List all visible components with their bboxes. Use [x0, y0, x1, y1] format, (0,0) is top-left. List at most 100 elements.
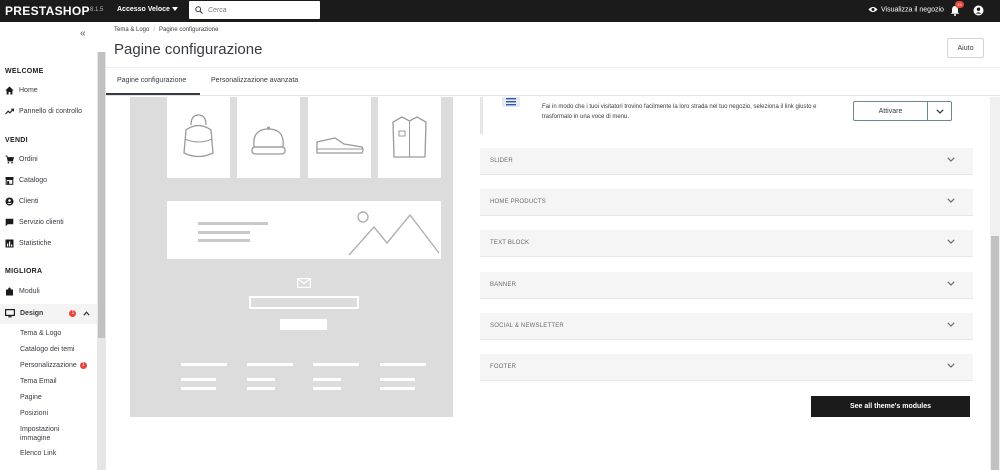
sidebar-subitem-link-list[interactable]: Elenco Link: [20, 449, 56, 458]
bar-chart-icon: [5, 239, 14, 248]
prestashop-logo[interactable]: PRESTASHOP: [5, 4, 90, 18]
header-divider: [106, 67, 1000, 68]
sidebar-item-label: Statistiche: [19, 240, 52, 247]
preview-newsletter-button: [280, 319, 327, 330]
accordion-social-newsletter[interactable]: SOCIAL & NEWSLETTER: [480, 313, 973, 340]
sidebar-item-modules[interactable]: Moduli: [5, 287, 40, 296]
preview-newsletter-field: [249, 296, 359, 309]
sidebar-subitem-label: Personalizzazione: [20, 362, 77, 369]
sidebar-item-catalog[interactable]: Catalogo: [5, 176, 47, 185]
preview-product-tile: [167, 97, 230, 178]
chevron-down-icon: [936, 109, 944, 114]
mail-icon: [297, 278, 311, 288]
preview-banner: [167, 201, 441, 259]
sidebar-item-home[interactable]: Home: [5, 86, 38, 95]
sidebar-subitem-theme-logo[interactable]: Tema & Logo: [20, 329, 61, 338]
eye-icon: [868, 7, 878, 12]
accordion-text-block[interactable]: TEXT BLOCK: [480, 230, 973, 257]
preview-product-tile: [378, 97, 441, 178]
sidebar-item-label: Catalogo: [19, 177, 48, 184]
chevron-down-icon: [947, 322, 955, 327]
sidebar-subitem-image-settings[interactable]: Impostazioni immagine: [20, 425, 80, 443]
accordion-label: SOCIAL & NEWSLETTER: [490, 323, 564, 329]
chevron-down-icon: [947, 281, 955, 286]
landscape-icon: [348, 211, 440, 256]
homepage-preview: [130, 97, 453, 417]
module-description: Fai in modo che i tuoi visitatori trovin…: [542, 104, 817, 120]
cap-icon: [251, 126, 286, 155]
activate-button[interactable]: Attivare: [853, 101, 928, 121]
chevron-up-icon[interactable]: [83, 311, 90, 316]
menu-module-icon: [502, 97, 520, 107]
sidebar-item-label: Home: [19, 87, 38, 94]
accordion-footer[interactable]: FOOTER: [480, 354, 973, 381]
search-icon: [195, 6, 203, 14]
accordion-label: BANNER: [490, 282, 517, 288]
chevron-down-icon: [947, 198, 955, 203]
sidebar: « WELCOME Home Pannello di controllo VEN…: [0, 22, 106, 470]
sidebar-subitem-positions[interactable]: Posizioni: [20, 409, 48, 418]
activate-dropdown-toggle[interactable]: [928, 101, 952, 121]
accordion-label: SLIDER: [490, 158, 513, 164]
tabs-divider: [106, 95, 1000, 96]
sidebar-item-customer-service[interactable]: Servizio clienti: [5, 218, 64, 227]
home-icon: [5, 86, 14, 95]
customization-badge: 1: [79, 361, 87, 369]
chat-icon: [5, 218, 14, 227]
customer-icon: [5, 197, 14, 206]
sidebar-item-label: Moduli: [19, 288, 40, 295]
sidebar-subitem-theme-catalog[interactable]: Catalogo dei temi: [20, 345, 74, 354]
chevron-down-icon: [947, 363, 955, 368]
tab-active-indicator: [106, 93, 200, 95]
trending-up-icon: [5, 108, 14, 115]
search-box[interactable]: [189, 1, 320, 19]
chevron-down-icon: [947, 239, 955, 244]
sneaker-icon: [316, 137, 364, 154]
sidebar-subitem-email-theme[interactable]: Tema Email: [20, 377, 57, 386]
monitor-icon: [5, 309, 15, 318]
notification-badge: 45: [955, 1, 964, 8]
sidebar-item-customers[interactable]: Clienti: [5, 197, 38, 206]
puzzle-icon: [6, 287, 13, 296]
accordion-label: TEXT BLOCK: [490, 240, 530, 246]
section-migliora: MIGLIORA: [5, 268, 43, 275]
view-shop-link[interactable]: Visualizza il negozio: [868, 6, 944, 13]
search-input[interactable]: [208, 4, 313, 16]
accordion-label: FOOTER: [490, 364, 517, 370]
tab-pages-configuration[interactable]: Pagine configurazione: [117, 77, 186, 84]
sidebar-item-dashboard[interactable]: Pannello di controllo: [5, 107, 82, 116]
sidebar-item-orders[interactable]: Ordini: [5, 155, 38, 164]
sidebar-subitem-customization[interactable]: Personalizzazione 1: [20, 361, 87, 370]
section-vendi: VENDI: [5, 137, 28, 144]
accordion-home-products[interactable]: HOME PRODUCTS: [480, 189, 973, 216]
sidebar-item-label: Design: [20, 310, 44, 317]
account-icon[interactable]: [973, 5, 984, 16]
help-button[interactable]: Aiuto: [947, 38, 984, 58]
version-label: 8.1.5: [90, 7, 104, 13]
quick-access-label: Accesso Veloce: [117, 6, 170, 13]
quick-access-menu[interactable]: Accesso Veloce: [117, 6, 178, 13]
preview-product-tile: [237, 97, 300, 178]
sidebar-item-label: Servizio clienti: [19, 219, 64, 226]
sidebar-item-label: Ordini: [19, 156, 38, 163]
tab-advanced-customization[interactable]: Personalizzazione avanzata: [211, 77, 298, 84]
sidebar-item-label: Pannello di controllo: [19, 108, 83, 115]
breadcrumb-link[interactable]: Tema & Logo: [114, 27, 149, 33]
sidebar-item-stats[interactable]: Statistiche: [5, 239, 51, 248]
handbag-icon: [183, 114, 214, 158]
breadcrumb: Tema & Logo / Pagine configurazione: [114, 27, 219, 33]
page-title: Pagine configurazione: [114, 41, 263, 58]
store-icon: [5, 177, 14, 185]
see-all-modules-button[interactable]: See all theme's modules: [811, 396, 970, 417]
accordion-banner[interactable]: BANNER: [480, 272, 973, 299]
main-scrollbar-thumb[interactable]: [991, 236, 999, 470]
accordion-slider[interactable]: SLIDER: [480, 148, 973, 175]
accordion-label: HOME PRODUCTS: [490, 199, 546, 205]
preview-product-tile: [308, 97, 371, 178]
sidebar-subitem-pages[interactable]: Pagine: [20, 393, 42, 402]
collapse-sidebar-icon[interactable]: «: [80, 28, 86, 39]
sidebar-item-design[interactable]: Design 1: [5, 309, 95, 318]
sidebar-scrollbar-thumb[interactable]: [98, 52, 105, 338]
breadcrumb-current: Pagine configurazione: [159, 27, 219, 33]
cart-icon: [5, 155, 14, 164]
